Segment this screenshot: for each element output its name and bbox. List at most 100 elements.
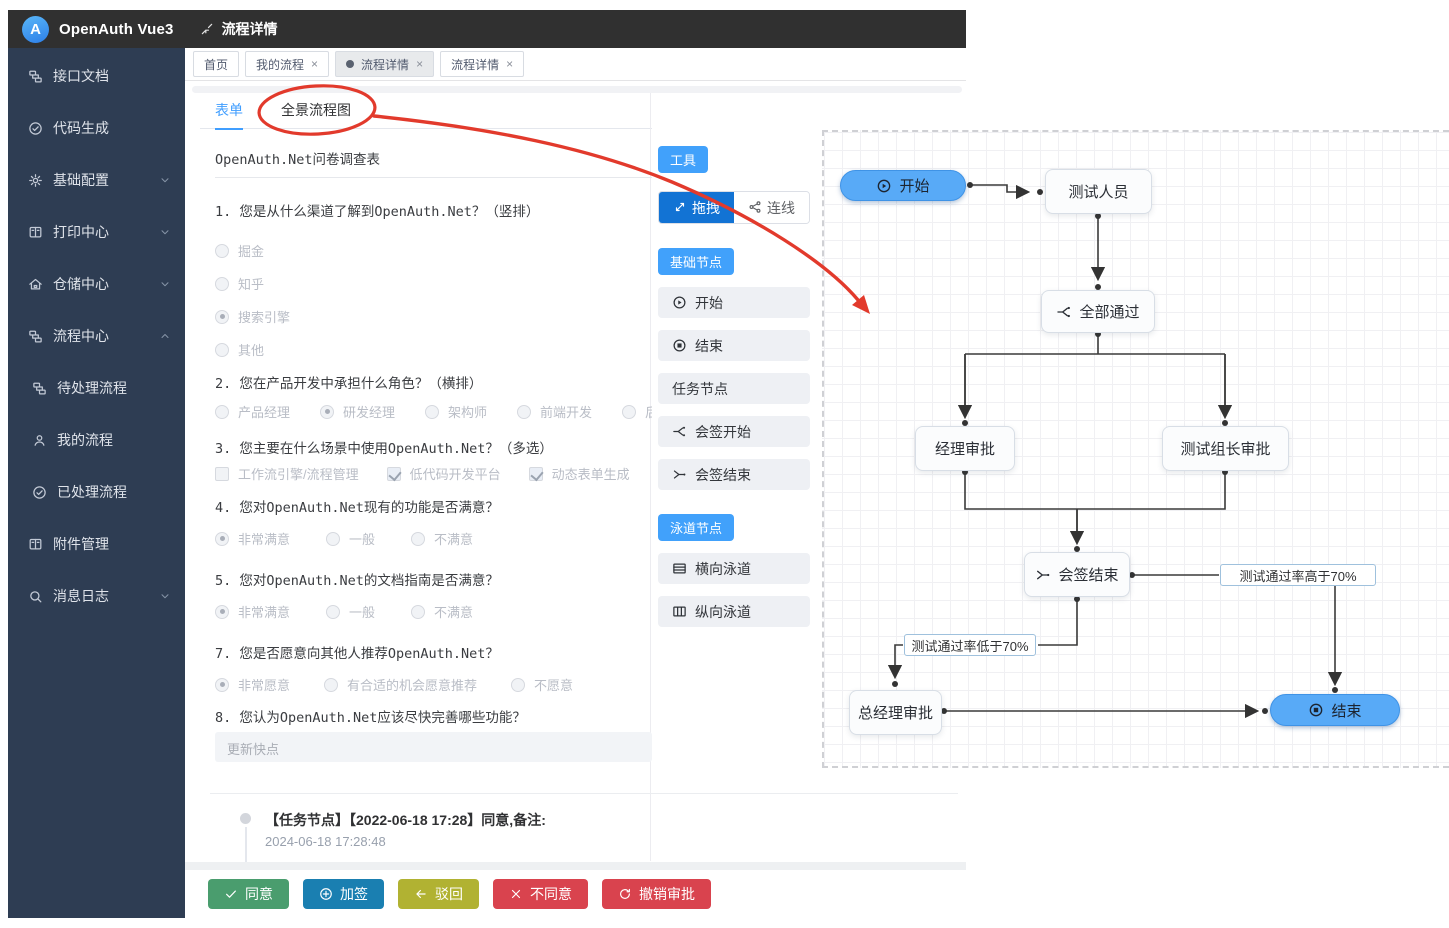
action-button-不同意[interactable]: 不同意 <box>493 879 588 909</box>
radio-option-非常愿意[interactable]: 非常愿意 <box>215 675 290 694</box>
action-button-同意[interactable]: 同意 <box>208 879 289 909</box>
radio-icon[interactable] <box>215 244 229 258</box>
sidebar-item-打印中心[interactable]: 打印中心 <box>8 206 185 258</box>
horizontal-scrollbar[interactable] <box>192 86 962 93</box>
flow-node-manager[interactable]: 经理审批 <box>915 426 1015 471</box>
page-tab-我的流程[interactable]: 我的流程× <box>245 51 329 77</box>
radio-icon[interactable] <box>425 405 439 419</box>
checkbox-icon[interactable] <box>529 467 543 481</box>
timeline-line <box>245 827 247 862</box>
question-answer-input[interactable]: 更新快点 <box>215 732 652 762</box>
radio-option-非常满意[interactable]: 非常满意 <box>215 602 290 621</box>
palette-node-结束[interactable]: 结束 <box>658 330 810 361</box>
radio-option-有合适的机会愿意推荐[interactable]: 有合适的机会愿意推荐 <box>324 675 477 694</box>
content-tab-表单[interactable]: 表单 <box>215 100 243 130</box>
question-text: 1. 您是从什么渠道了解到OpenAuth.Net？（竖排） <box>215 200 652 220</box>
radio-icon[interactable] <box>215 532 229 546</box>
flow-node-tester[interactable]: 测试人员 <box>1045 169 1152 214</box>
content-tab-全景流程图[interactable]: 全景流程图 <box>281 100 351 130</box>
flow-node-start[interactable]: 开始 <box>840 170 966 201</box>
flow-node-joinend[interactable]: 会签结束 <box>1024 552 1130 597</box>
sidebar-item-仓储中心[interactable]: 仓储中心 <box>8 258 185 310</box>
radio-icon[interactable] <box>215 605 229 619</box>
radio-icon[interactable] <box>215 405 229 419</box>
sidebar-item-附件管理[interactable]: 附件管理 <box>8 518 185 570</box>
radio-icon[interactable] <box>326 532 340 546</box>
form-title-divider <box>215 177 652 178</box>
sidebar-subitem-待处理流程[interactable]: 待处理流程 <box>8 362 185 414</box>
radio-option-知乎[interactable]: 知乎 <box>215 267 652 300</box>
close-tab-icon[interactable]: × <box>311 57 318 71</box>
radio-option-产品经理[interactable]: 产品经理 <box>215 402 290 421</box>
radio-option-后端开发[interactable]: 后端开发 <box>622 402 652 421</box>
action-button-label: 不同意 <box>530 884 572 904</box>
drag-icon <box>673 200 687 216</box>
question-block: 2. 您在产品开发中承担什么角色？（横排）产品经理研发经理架构师前端开发后端开发 <box>215 372 652 421</box>
radio-icon[interactable] <box>215 277 229 291</box>
sidebar-subitem-我的流程[interactable]: 我的流程 <box>8 414 185 466</box>
option-label: 架构师 <box>448 402 487 421</box>
chevron-down-icon <box>159 174 171 186</box>
radio-icon[interactable] <box>215 343 229 357</box>
close-tab-icon[interactable]: × <box>416 57 423 71</box>
palette-item-label: 任务节点 <box>672 379 728 399</box>
flow-node-testlead[interactable]: 测试组长审批 <box>1162 426 1289 471</box>
checkbox-option-低代码开发平台[interactable]: 低代码开发平台 <box>387 464 501 483</box>
radio-option-不愿意[interactable]: 不愿意 <box>511 675 573 694</box>
link-mode-button[interactable]: 连线 <box>734 192 809 223</box>
sidebar-item-接口文档[interactable]: 接口文档 <box>8 50 185 102</box>
radio-icon[interactable] <box>517 405 531 419</box>
radio-option-一般[interactable]: 一般 <box>326 529 375 548</box>
radio-option-搜索引擎[interactable]: 搜索引擎 <box>215 300 652 333</box>
radio-icon[interactable] <box>622 405 636 419</box>
flow-canvas[interactable]: 开始 测试人员 全部通过 经理审批 测试组长审批 会签结束 测试通过率高于70%… <box>822 130 1449 768</box>
flow-node-gm[interactable]: 总经理审批 <box>849 690 942 735</box>
radio-icon[interactable] <box>326 605 340 619</box>
radio-option-一般[interactable]: 一般 <box>326 602 375 621</box>
radio-icon[interactable] <box>320 405 334 419</box>
checkbox-icon[interactable] <box>387 467 401 481</box>
action-button-加签[interactable]: 加签 <box>303 879 384 909</box>
palette-node-会签开始[interactable]: 会签开始 <box>658 416 810 447</box>
sidebar-item-流程中心[interactable]: 流程中心 <box>8 310 185 362</box>
checkbox-option-工作流引擎/流程管理[interactable]: 工作流引擎/流程管理 <box>215 464 359 483</box>
page-tab-流程详情[interactable]: 流程详情× <box>335 51 434 77</box>
timeline-timestamp: 2024-06-18 17:28:48 <box>265 834 386 849</box>
radio-option-不满意[interactable]: 不满意 <box>411 602 473 621</box>
flow-node-end[interactable]: 结束 <box>1270 694 1400 726</box>
checkbox-icon[interactable] <box>215 467 229 481</box>
page-tab-流程详情[interactable]: 流程详情× <box>440 51 524 77</box>
radio-option-架构师[interactable]: 架构师 <box>425 402 487 421</box>
radio-option-非常满意[interactable]: 非常满意 <box>215 529 290 548</box>
palette-node-开始[interactable]: 开始 <box>658 287 810 318</box>
palette-lane-横向泳道[interactable]: 横向泳道 <box>658 553 810 584</box>
palette-node-任务节点[interactable]: 任务节点 <box>658 373 810 404</box>
question-block: 5. 您对OpenAuth.Net的文档指南是否满意？非常满意一般不满意 <box>215 569 652 621</box>
radio-icon[interactable] <box>411 532 425 546</box>
page-tab-首页[interactable]: 首页 <box>193 51 239 77</box>
radio-icon[interactable] <box>411 605 425 619</box>
radio-icon[interactable] <box>511 678 525 692</box>
sidebar-item-消息日志[interactable]: 消息日志 <box>8 570 185 622</box>
radio-icon[interactable] <box>215 310 229 324</box>
collapse-menu-icon[interactable] <box>200 21 214 37</box>
radio-option-前端开发[interactable]: 前端开发 <box>517 402 592 421</box>
radio-option-研发经理[interactable]: 研发经理 <box>320 402 395 421</box>
action-button-驳回[interactable]: 驳回 <box>398 879 479 909</box>
sidebar-subitem-已处理流程[interactable]: 已处理流程 <box>8 466 185 518</box>
flow-node-allpass[interactable]: 全部通过 <box>1041 290 1155 333</box>
radio-option-其他[interactable]: 其他 <box>215 333 652 366</box>
radio-option-不满意[interactable]: 不满意 <box>411 529 473 548</box>
sidebar-item-代码生成[interactable]: 代码生成 <box>8 102 185 154</box>
close-tab-icon[interactable]: × <box>506 57 513 71</box>
radio-icon[interactable] <box>215 678 229 692</box>
sidebar-item-基础配置[interactable]: 基础配置 <box>8 154 185 206</box>
gear-icon <box>28 173 43 188</box>
radio-icon[interactable] <box>324 678 338 692</box>
checkbox-option-动态表单生成[interactable]: 动态表单生成 <box>529 464 630 483</box>
action-button-撤销审批[interactable]: 撤销审批 <box>602 879 711 909</box>
radio-option-掘金[interactable]: 掘金 <box>215 234 652 267</box>
palette-lane-纵向泳道[interactable]: 纵向泳道 <box>658 596 810 627</box>
drag-mode-button[interactable]: 拖拽 <box>659 192 734 223</box>
palette-node-会签结束[interactable]: 会签结束 <box>658 459 810 490</box>
